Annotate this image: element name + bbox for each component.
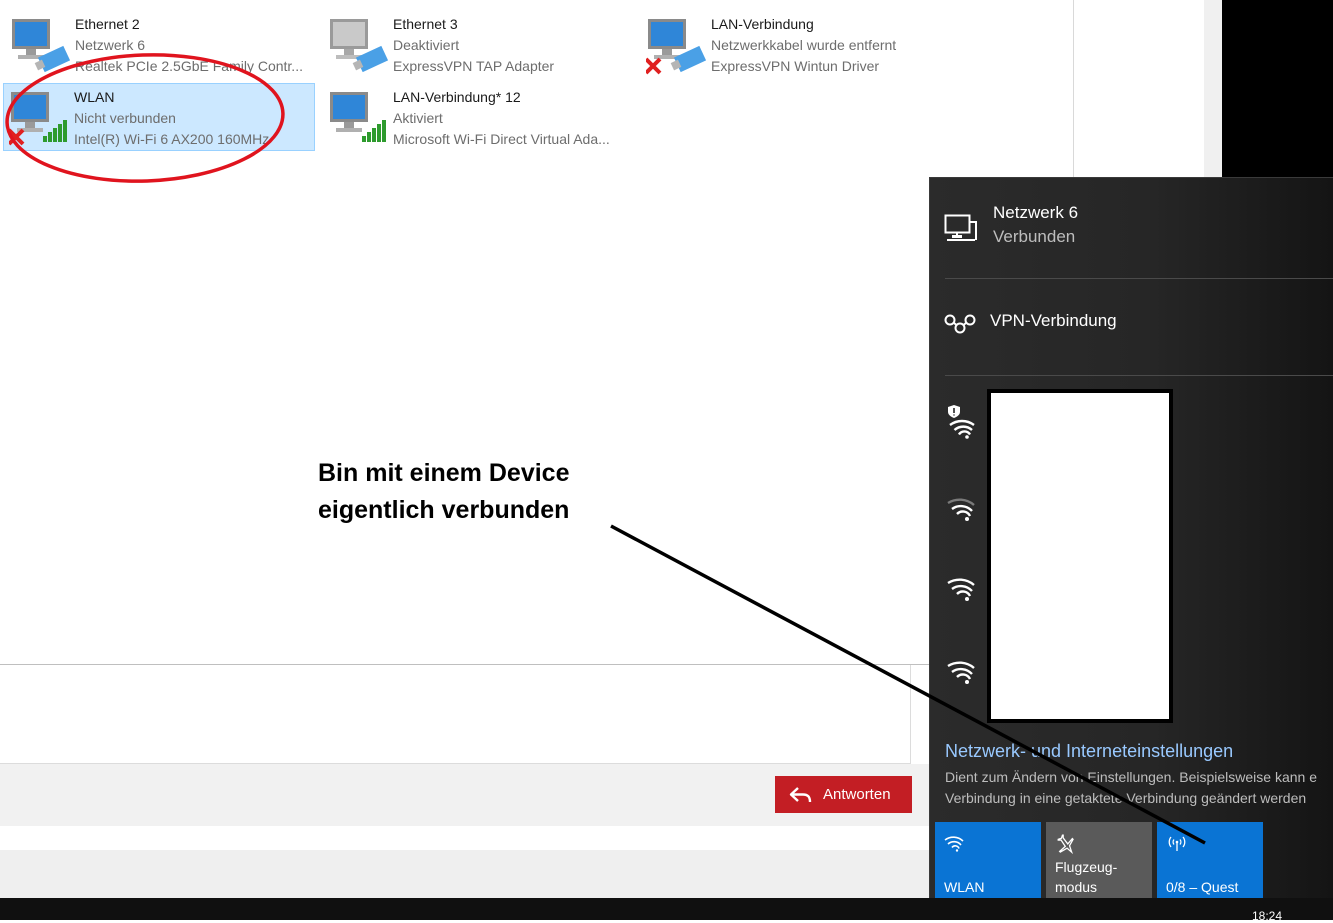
annotation-line-2: eigentlich verbunden bbox=[318, 496, 570, 524]
wifi-adapter-error-icon bbox=[9, 92, 67, 146]
wlan-toggle[interactable]: WLAN bbox=[935, 822, 1041, 901]
desktop-edge bbox=[1222, 0, 1333, 178]
description-line: Verbindung in eine getaktete Verbindung … bbox=[945, 790, 1307, 806]
separator bbox=[945, 278, 1333, 279]
flight-mode-toggle[interactable]: Flugzeug- modus bbox=[1046, 822, 1152, 901]
wifi-weak-icon[interactable] bbox=[946, 493, 976, 523]
adapter-status: Nicht verbunden bbox=[74, 110, 176, 126]
wifi-secured-icon[interactable] bbox=[946, 403, 976, 439]
reply-arrow-icon bbox=[789, 786, 812, 802]
background-panel bbox=[1074, 0, 1204, 178]
adapter-status: Netzwerkkabel wurde entfernt bbox=[711, 37, 897, 53]
reply-editor[interactable] bbox=[0, 665, 911, 764]
wifi-icon[interactable] bbox=[946, 656, 976, 686]
annotation-text: Bin mit einem Device eigentlich verbunde… bbox=[318, 455, 569, 529]
page-footer bbox=[0, 850, 930, 898]
page-footer-spacer bbox=[0, 826, 930, 850]
adapter-ethernet-3[interactable]: Ethernet 3 Deaktiviert ExpressVPN TAP Ad… bbox=[322, 10, 634, 78]
adapter-ethernet-2[interactable]: Ethernet 2 Netzwerk 6 Realtek PCIe 2.5Gb… bbox=[4, 10, 316, 78]
adapter-name: LAN-Verbindung* 12 bbox=[393, 89, 521, 105]
ethernet-adapter-disabled-icon bbox=[330, 19, 389, 73]
wifi-adapter-icon bbox=[330, 92, 386, 142]
adapter-device: Realtek PCIe 2.5GbE Family Contr... bbox=[75, 58, 303, 74]
taskbar-clock[interactable]: 18:24 bbox=[1252, 909, 1282, 923]
adapter-name: Ethernet 3 bbox=[393, 16, 458, 32]
vpn-connection[interactable]: VPN-Verbindung bbox=[930, 298, 1333, 344]
window-scrollbar-area bbox=[1204, 0, 1222, 178]
ethernet-adapter-error-icon bbox=[646, 19, 707, 75]
network-settings-link[interactable]: Netzwerk- und Interneteinstellungen bbox=[945, 741, 1233, 762]
adapter-status: Aktiviert bbox=[393, 110, 443, 126]
mobile-hotspot-toggle[interactable]: 0/8 – Quest bbox=[1157, 822, 1263, 901]
adapter-name: WLAN bbox=[74, 89, 115, 105]
adapter-lan-verbindung-12[interactable]: LAN-Verbindung* 12 Aktiviert Microsoft W… bbox=[322, 83, 634, 151]
network-settings-description: Dient zum Ändern von Einstellungen. Beis… bbox=[945, 767, 1333, 809]
network-connections-window: Ethernet 2 Netzwerk 6 Realtek PCIe 2.5Gb… bbox=[0, 0, 1074, 664]
reply-button-label: Antworten bbox=[823, 786, 891, 803]
reply-button[interactable]: Antworten bbox=[775, 776, 912, 813]
annotation-line-1: Bin mit einem Device bbox=[318, 459, 570, 487]
adapter-name: Ethernet 2 bbox=[75, 16, 140, 32]
description-line: Dient zum Ändern von Einstellungen. Beis… bbox=[945, 769, 1317, 785]
flight-mode-label: Flugzeug- modus bbox=[1055, 857, 1117, 897]
connection-name: Netzwerk 6 bbox=[993, 203, 1079, 222]
active-connection[interactable]: Netzwerk 6 Verbunden bbox=[930, 198, 1333, 258]
wifi-icon bbox=[944, 836, 964, 852]
wifi-icon[interactable] bbox=[946, 573, 976, 603]
connection-status: Verbunden bbox=[993, 227, 1076, 246]
flight-mode-label-line: modus bbox=[1055, 879, 1098, 895]
ethernet-icon bbox=[944, 214, 977, 241]
airplane-icon bbox=[1057, 834, 1074, 855]
adapter-wlan[interactable]: WLAN Nicht verbunden Intel(R) Wi-Fi 6 AX… bbox=[3, 83, 315, 151]
adapter-lan-verbindung[interactable]: LAN-Verbindung Netzwerkkabel wurde entfe… bbox=[640, 10, 952, 78]
redacted-network-list bbox=[987, 389, 1173, 723]
flight-mode-label-line: Flugzeug- bbox=[1055, 859, 1118, 875]
vpn-icon bbox=[944, 314, 976, 334]
taskbar bbox=[0, 898, 1333, 920]
adapter-device: ExpressVPN TAP Adapter bbox=[393, 58, 555, 74]
adapter-name: LAN-Verbindung bbox=[711, 16, 814, 32]
ethernet-adapter-icon bbox=[12, 19, 71, 73]
wlan-label: WLAN bbox=[944, 879, 985, 895]
separator bbox=[945, 375, 1333, 376]
adapter-status: Netzwerk 6 bbox=[75, 37, 146, 53]
network-flyout: Netzwerk 6 Verbunden VPN-Verbindung Netz… bbox=[929, 177, 1333, 905]
vpn-label: VPN-Verbindung bbox=[990, 311, 1117, 330]
hotspot-label: 0/8 – Quest bbox=[1166, 879, 1239, 895]
hotspot-icon bbox=[1168, 836, 1186, 851]
adapter-device: ExpressVPN Wintun Driver bbox=[711, 58, 880, 74]
adapter-device: Microsoft Wi-Fi Direct Virtual Ada... bbox=[393, 131, 610, 147]
adapter-device: Intel(R) Wi-Fi 6 AX200 160MHz bbox=[74, 131, 270, 147]
adapter-status: Deaktiviert bbox=[393, 37, 460, 53]
